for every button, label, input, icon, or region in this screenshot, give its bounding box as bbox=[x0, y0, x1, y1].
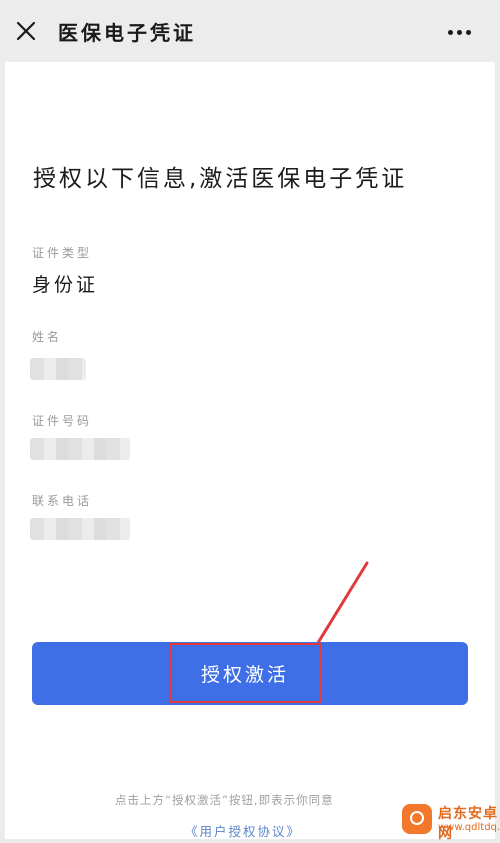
field-label-name: 姓名 bbox=[32, 330, 63, 344]
consent-notice: 点击上方“授权激活”按钮,即表示你同意 bbox=[115, 793, 334, 807]
watermark-logo-icon bbox=[402, 804, 432, 834]
page-title: 医保电子凭证 bbox=[58, 21, 196, 45]
top-bar: 医保电子凭证 bbox=[0, 0, 500, 62]
field-value-id-type: 身份证 bbox=[32, 274, 99, 296]
field-label-phone: 联系电话 bbox=[32, 494, 93, 508]
field-value-name-redacted bbox=[30, 358, 86, 380]
authorization-heading: 授权以下信息,激活医保电子凭证 bbox=[33, 166, 408, 192]
user-agreement-link[interactable]: 《用户授权协议》 bbox=[185, 821, 301, 840]
activate-button[interactable]: 授权激活 bbox=[32, 642, 468, 705]
more-icon[interactable] bbox=[448, 23, 472, 39]
close-icon[interactable] bbox=[14, 19, 38, 43]
field-label-id-number: 证件号码 bbox=[32, 414, 93, 428]
watermark-url: www.qdltdq.com bbox=[438, 822, 500, 833]
field-value-id-number-redacted bbox=[30, 438, 130, 460]
site-watermark: 启东安卓网 www.qdltdq.com bbox=[400, 800, 500, 842]
field-label-id-type: 证件类型 bbox=[32, 246, 93, 260]
field-value-phone-redacted bbox=[30, 518, 130, 540]
content-card: 授权以下信息,激活医保电子凭证 证件类型 身份证 姓名 证件号码 联系电话 授权… bbox=[5, 62, 495, 839]
activate-button-label: 授权激活 bbox=[169, 643, 321, 703]
